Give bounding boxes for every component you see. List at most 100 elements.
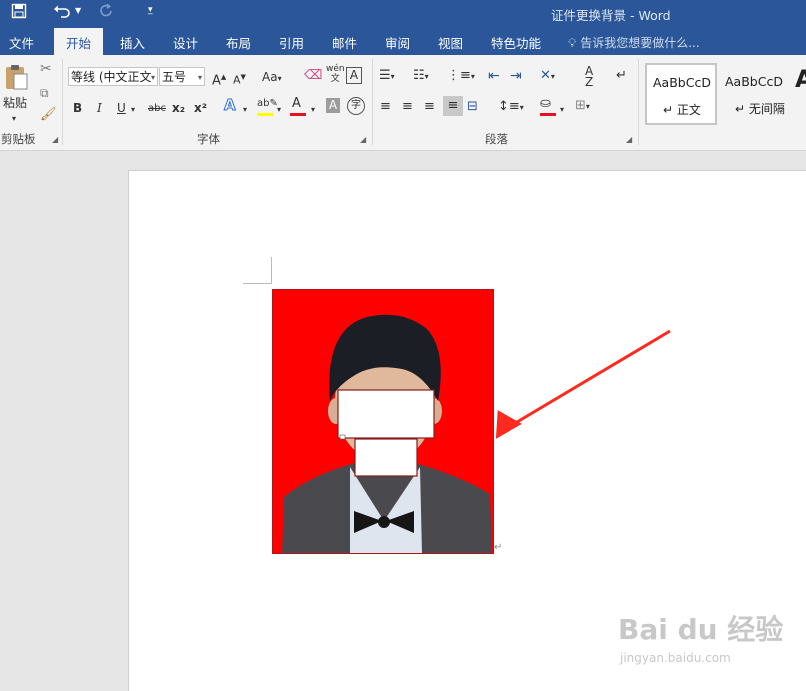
shading-icon[interactable]: ⛀ <box>540 96 551 112</box>
font-group-label: 字体 <box>197 132 220 146</box>
chevron-down-icon: ▾ <box>150 73 155 82</box>
italic-button[interactable]: I <box>97 100 102 116</box>
clear-formatting-icon[interactable]: ⌫ <box>304 68 322 84</box>
font-size-value: 五号 <box>162 70 187 84</box>
style-name: ↵ 无间隔 <box>735 102 785 116</box>
lightbulb-icon: 💡︎ <box>568 36 577 50</box>
bold-button[interactable]: B <box>73 100 82 116</box>
grow-font-icon[interactable]: A▲ <box>212 69 226 89</box>
superscript-button[interactable]: x² <box>194 100 207 116</box>
character-border-icon[interactable]: A <box>346 67 362 84</box>
tab-layout[interactable]: 布局 <box>226 33 251 52</box>
tell-me-box[interactable]: 💡︎ 告诉我您想要做什么... <box>568 34 700 51</box>
format-painter-icon[interactable]: 🖌︎ <box>40 107 57 123</box>
paragraph-launcher-icon[interactable]: ◢ <box>626 135 632 144</box>
undo-icon[interactable] <box>53 3 71 23</box>
redo-icon[interactable] <box>99 3 115 23</box>
tab-references[interactable]: 引用 <box>279 33 304 52</box>
decrease-indent-icon[interactable]: ⇤ <box>488 68 500 84</box>
style-sample: AaBbCcD <box>725 74 783 89</box>
bullets-icon[interactable]: ☰▾ <box>379 68 395 85</box>
align-right-icon[interactable]: ≡ <box>424 99 435 115</box>
line-spacing-icon[interactable]: ↕≡▾ <box>498 99 524 116</box>
font-size-select[interactable]: 五号 ▾ <box>159 67 205 86</box>
style-name: ↵ 正文 <box>663 103 701 117</box>
ribbon: 粘贴 ▾ ✂ ⧉ 🖌︎ 剪贴板 ◢ 等线 (中文正文 ▾ 五号 ▾ A▲ A▼ Aa… <box>0 55 806 151</box>
paste-dropdown-icon[interactable]: ▾ <box>12 111 16 127</box>
distributed-icon[interactable]: ⊟ <box>467 99 478 115</box>
underline-dropdown-icon[interactable]: ▾ <box>131 102 135 118</box>
underline-button[interactable]: U <box>117 100 126 116</box>
justify-icon[interactable]: ≡ <box>443 96 463 116</box>
font-name-select[interactable]: 等线 (中文正文 ▾ <box>68 67 158 86</box>
tab-insert[interactable]: 插入 <box>120 33 145 52</box>
shrink-font-icon[interactable]: A▼ <box>233 69 246 89</box>
group-divider <box>62 59 63 145</box>
font-name-value: 等线 (中文正文 <box>71 70 152 84</box>
change-case-button[interactable]: Aa▾ <box>262 69 282 87</box>
change-case-label: Aa <box>262 70 278 84</box>
shading-dropdown-icon[interactable]: ▾ <box>560 102 564 118</box>
align-left-icon[interactable]: ≡ <box>380 99 391 115</box>
tab-mailings[interactable]: 邮件 <box>332 33 357 52</box>
group-divider <box>638 59 639 145</box>
chinese-layout-icon[interactable]: ✕▾ <box>540 68 555 85</box>
clipboard-group-label: 剪贴板 <box>1 132 36 146</box>
tab-view[interactable]: 视图 <box>438 33 463 52</box>
clipboard-launcher-icon[interactable]: ◢ <box>52 135 58 144</box>
character-shading-icon[interactable]: A <box>326 98 340 113</box>
paste-button[interactable] <box>2 63 30 95</box>
shading-color-bar <box>540 113 556 116</box>
style-normal[interactable]: AaBbCcD ↵ 正文 <box>645 63 717 125</box>
phonetic-top: wén <box>326 64 345 74</box>
red-arrow-annotation <box>495 329 671 439</box>
title-bar: ▼ ▾̲ 证件更换背景 - Word <box>0 0 806 28</box>
window-title: 证件更换背景 - Word <box>551 8 671 23</box>
enclosed-character-icon[interactable]: 字 <box>347 97 365 115</box>
text-effects-dropdown-icon[interactable]: ▾ <box>243 102 247 118</box>
copy-icon[interactable]: ⧉ <box>40 85 49 101</box>
highlight-icon[interactable]: ab✎ <box>257 96 278 112</box>
paragraph-group-label: 段落 <box>485 132 508 146</box>
baidu-watermark: Bai du 经验 <box>618 613 784 646</box>
phonetic-bottom: 文 <box>330 74 340 84</box>
eye-cover-box[interactable] <box>337 389 435 439</box>
tab-review[interactable]: 审阅 <box>385 33 410 52</box>
numbering-icon[interactable]: ☷▾ <box>413 68 429 85</box>
watermark-url: jingyan.baidu.com <box>620 651 731 665</box>
chevron-down-icon: ▾ <box>197 73 202 82</box>
show-formatting-icon[interactable]: ↵ <box>616 68 627 84</box>
font-color-dropdown-icon[interactable]: ▾ <box>311 102 315 118</box>
borders-icon[interactable]: ⊞▾ <box>575 98 590 115</box>
mouth-cover-box[interactable] <box>354 438 418 477</box>
customize-icon[interactable]: ▾̲ <box>148 5 153 15</box>
strikethrough-button[interactable]: abc <box>148 101 166 117</box>
style-no-spacing[interactable]: AaBbCcD ↵ 无间隔 <box>718 63 792 125</box>
font-color-bar <box>290 113 306 116</box>
style-heading-1[interactable]: A <box>793 63 806 125</box>
align-center-icon[interactable]: ≡ <box>402 99 413 115</box>
font-launcher-icon[interactable]: ◢ <box>360 135 366 144</box>
style-sample: A <box>795 65 806 93</box>
tab-special-features[interactable]: 特色功能 <box>491 33 541 52</box>
undo-dropdown-icon[interactable]: ▼ <box>75 6 81 15</box>
multilevel-list-icon[interactable]: ⋮≡▾ <box>447 68 475 85</box>
ribbon-tabs: 文件 开始 插入 设计 布局 引用 邮件 审阅 视图 特色功能 💡︎ 告诉我您想… <box>0 28 806 55</box>
highlight-dropdown-icon[interactable]: ▾ <box>277 102 281 118</box>
subscript-button[interactable]: x₂ <box>172 100 185 116</box>
cut-icon[interactable]: ✂ <box>40 61 52 77</box>
save-icon[interactable] <box>11 3 27 23</box>
font-color-button[interactable]: A <box>292 96 301 112</box>
increase-indent-icon[interactable]: ⇥ <box>510 68 522 84</box>
tell-me-placeholder: 告诉我您想要做什么... <box>580 36 700 50</box>
sort-icon[interactable]: AZ <box>585 65 593 88</box>
tab-file[interactable]: 文件 <box>9 33 34 52</box>
tab-home[interactable]: 开始 <box>54 28 104 55</box>
phonetic-guide-button[interactable]: wén 文 <box>326 64 345 84</box>
text-effects-icon[interactable]: A <box>224 97 237 114</box>
tab-design[interactable]: 设计 <box>173 33 198 52</box>
style-sample: AaBbCcD <box>653 75 711 90</box>
highlight-color-bar <box>257 113 273 116</box>
id-photo[interactable] <box>272 289 494 554</box>
margin-corner-mark <box>243 257 272 284</box>
